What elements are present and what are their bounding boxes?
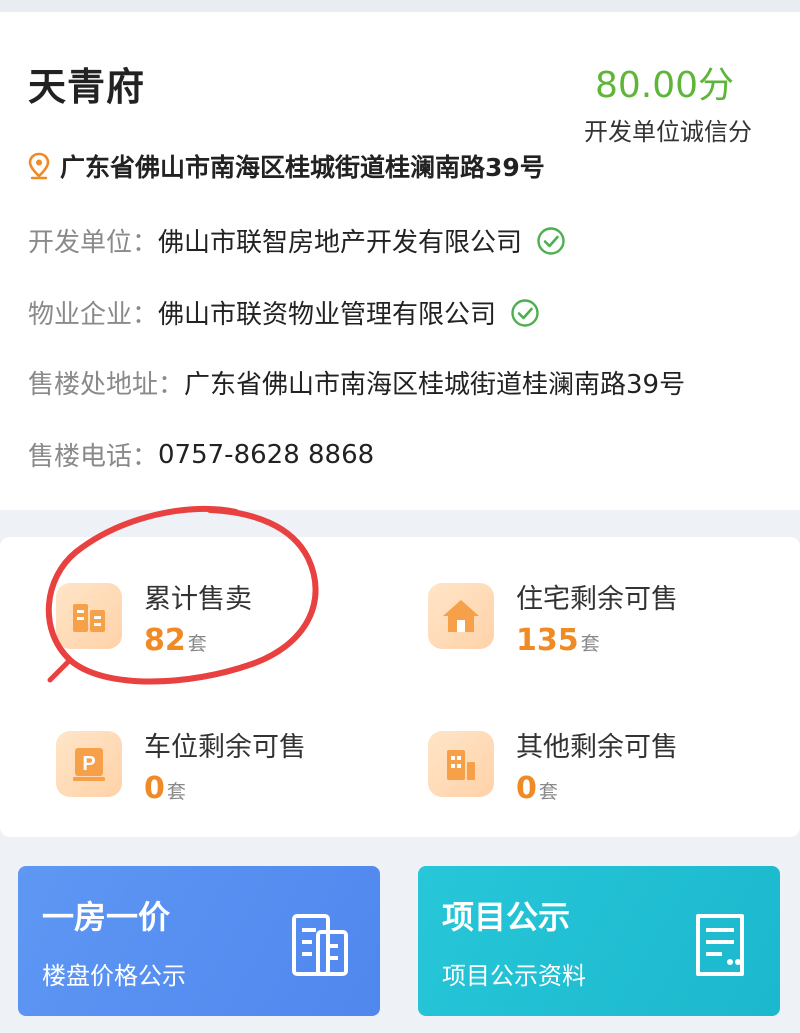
developer-key: 开发单位： bbox=[28, 228, 159, 258]
property-row: 物业企业： 佛山市联资物业管理有限公司 bbox=[28, 294, 540, 331]
document-list-icon bbox=[292, 914, 348, 976]
sales-stats-card: 累计售卖 82 套 住宅剩余可售 135 套 P 车位剩余可售 0套 其他剩余可… bbox=[0, 537, 800, 837]
stat-sold-label: 累计售卖 bbox=[144, 584, 252, 615]
developer-row: 开发单位： 佛山市联智房地产开发有限公司 bbox=[28, 222, 566, 259]
location-pin-icon bbox=[28, 152, 50, 180]
sales-office-value: 广东省佛山市南海区桂城街道桂澜南路39号 bbox=[184, 370, 686, 400]
stat-parking-label: 车位剩余可售 bbox=[144, 732, 306, 763]
stat-sold-value: 82 套 bbox=[144, 623, 207, 658]
office-icon bbox=[428, 731, 494, 797]
credit-score: 80.00分 bbox=[594, 65, 734, 106]
house-icon bbox=[428, 583, 494, 649]
stat-other-value: 0套 bbox=[516, 771, 558, 806]
property-value[interactable]: 佛山市联资物业管理有限公司 bbox=[158, 294, 496, 331]
price-list-title: 一房一价 bbox=[42, 898, 171, 936]
phone-row: 售楼电话： 0757-8628 8868 bbox=[28, 436, 374, 473]
stat-residential[interactable]: 住宅剩余可售 135 套 bbox=[428, 583, 788, 693]
stat-sold[interactable]: 累计售卖 82 套 bbox=[56, 583, 416, 693]
project-publicity-button[interactable]: 项目公示 项目公示资料 bbox=[418, 866, 780, 1016]
sales-office-row: 售楼处地址： 广东省佛山市南海区桂城街道桂澜南路39号 bbox=[28, 364, 685, 401]
verified-check-icon bbox=[537, 226, 565, 255]
stat-residential-value: 135 套 bbox=[516, 623, 600, 658]
project-title: 天青府 bbox=[28, 65, 146, 109]
project-publicity-title: 项目公示 bbox=[442, 898, 571, 936]
credit-score-label: 开发单位诚信分 bbox=[584, 118, 752, 146]
stat-other-label: 其他剩余可售 bbox=[516, 732, 678, 763]
phone-value[interactable]: 0757-8628 8868 bbox=[158, 440, 374, 470]
parking-icon: P bbox=[56, 731, 122, 797]
project-publicity-subtitle: 项目公示资料 bbox=[442, 962, 586, 990]
sales-office-key: 售楼处地址： bbox=[28, 370, 185, 400]
verified-check-icon bbox=[511, 298, 539, 327]
project-address-text: 广东省佛山市南海区桂城街道桂澜南路39号 bbox=[60, 153, 545, 182]
stat-parking[interactable]: P 车位剩余可售 0套 bbox=[56, 731, 416, 841]
price-list-button[interactable]: 一房一价 楼盘价格公示 bbox=[18, 866, 380, 1016]
property-key: 物业企业： bbox=[28, 300, 159, 330]
stat-residential-label: 住宅剩余可售 bbox=[516, 584, 678, 615]
building-icon bbox=[56, 583, 122, 649]
notice-icon bbox=[696, 914, 744, 976]
stat-other[interactable]: 其他剩余可售 0套 bbox=[428, 731, 788, 841]
svg-text:P: P bbox=[82, 753, 95, 775]
price-list-subtitle: 楼盘价格公示 bbox=[42, 962, 186, 990]
phone-key: 售楼电话： bbox=[28, 442, 159, 472]
developer-value[interactable]: 佛山市联智房地产开发有限公司 bbox=[158, 222, 522, 259]
project-address[interactable]: 广东省佛山市南海区桂城街道桂澜南路39号 bbox=[28, 148, 545, 184]
stat-parking-value: 0套 bbox=[144, 771, 186, 806]
